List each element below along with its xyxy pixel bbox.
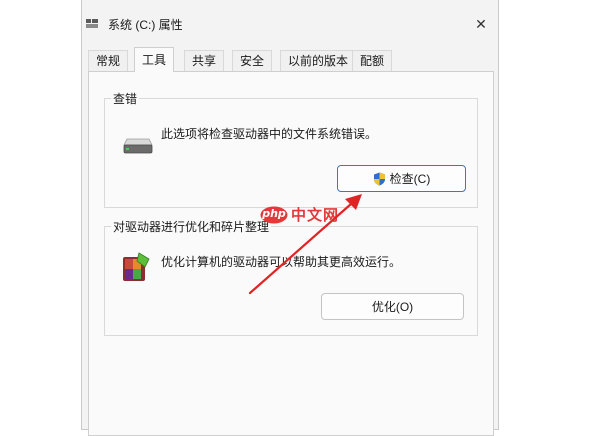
drive-title-icon [86, 18, 98, 28]
php-logo-icon: php [260, 206, 288, 224]
drive-icon [123, 133, 153, 158]
tab-strip: 常规 工具 共享 安全 以前的版本 配额 [88, 47, 494, 72]
tab-security[interactable]: 安全 [232, 50, 273, 71]
tab-previous-versions[interactable]: 以前的版本 [280, 50, 357, 71]
check-button[interactable]: 检查(C) [337, 165, 466, 192]
defrag-icon [121, 251, 151, 286]
optimize-button[interactable]: 优化(O) [321, 293, 464, 320]
error-check-description: 此选项将检查驱动器中的文件系统错误。 [161, 127, 378, 141]
tab-tools[interactable]: 工具 [134, 47, 175, 72]
tab-general[interactable]: 常规 [88, 50, 129, 71]
window-title: 系统 (C:) 属性 [108, 18, 183, 32]
error-check-group: 查错 此选项将检查驱动器中的文件系统错误。 检查(C) [104, 90, 478, 208]
error-check-label: 查错 [111, 90, 140, 107]
php-logo-text: php [262, 206, 286, 220]
uac-shield-icon [373, 172, 386, 186]
tab-sharing[interactable]: 共享 [184, 50, 225, 71]
check-button-label: 检查(C) [389, 172, 431, 186]
close-icon: ✕ [475, 15, 487, 32]
watermark-text: 中文网 [291, 206, 340, 224]
optimize-group: 对驱动器进行优化和碎片整理 优化计算机的驱动器可以帮助其更高效运行。 优化(O) [104, 218, 478, 336]
optimize-label: 对驱动器进行优化和碎片整理 [111, 218, 272, 235]
optimize-button-label: 优化(O) [371, 300, 414, 314]
watermark: php 中文网 [260, 204, 339, 225]
tab-quota[interactable]: 配额 [352, 50, 393, 71]
tools-panel: 查错 此选项将检查驱动器中的文件系统错误。 检查(C) 对驱动器进行优化和碎片整… [88, 71, 494, 436]
title-bar: 系统 (C:) 属性 ✕ [82, 0, 498, 44]
optimize-description: 优化计算机的驱动器可以帮助其更高效运行。 [161, 255, 402, 269]
close-button[interactable]: ✕ [470, 14, 492, 34]
